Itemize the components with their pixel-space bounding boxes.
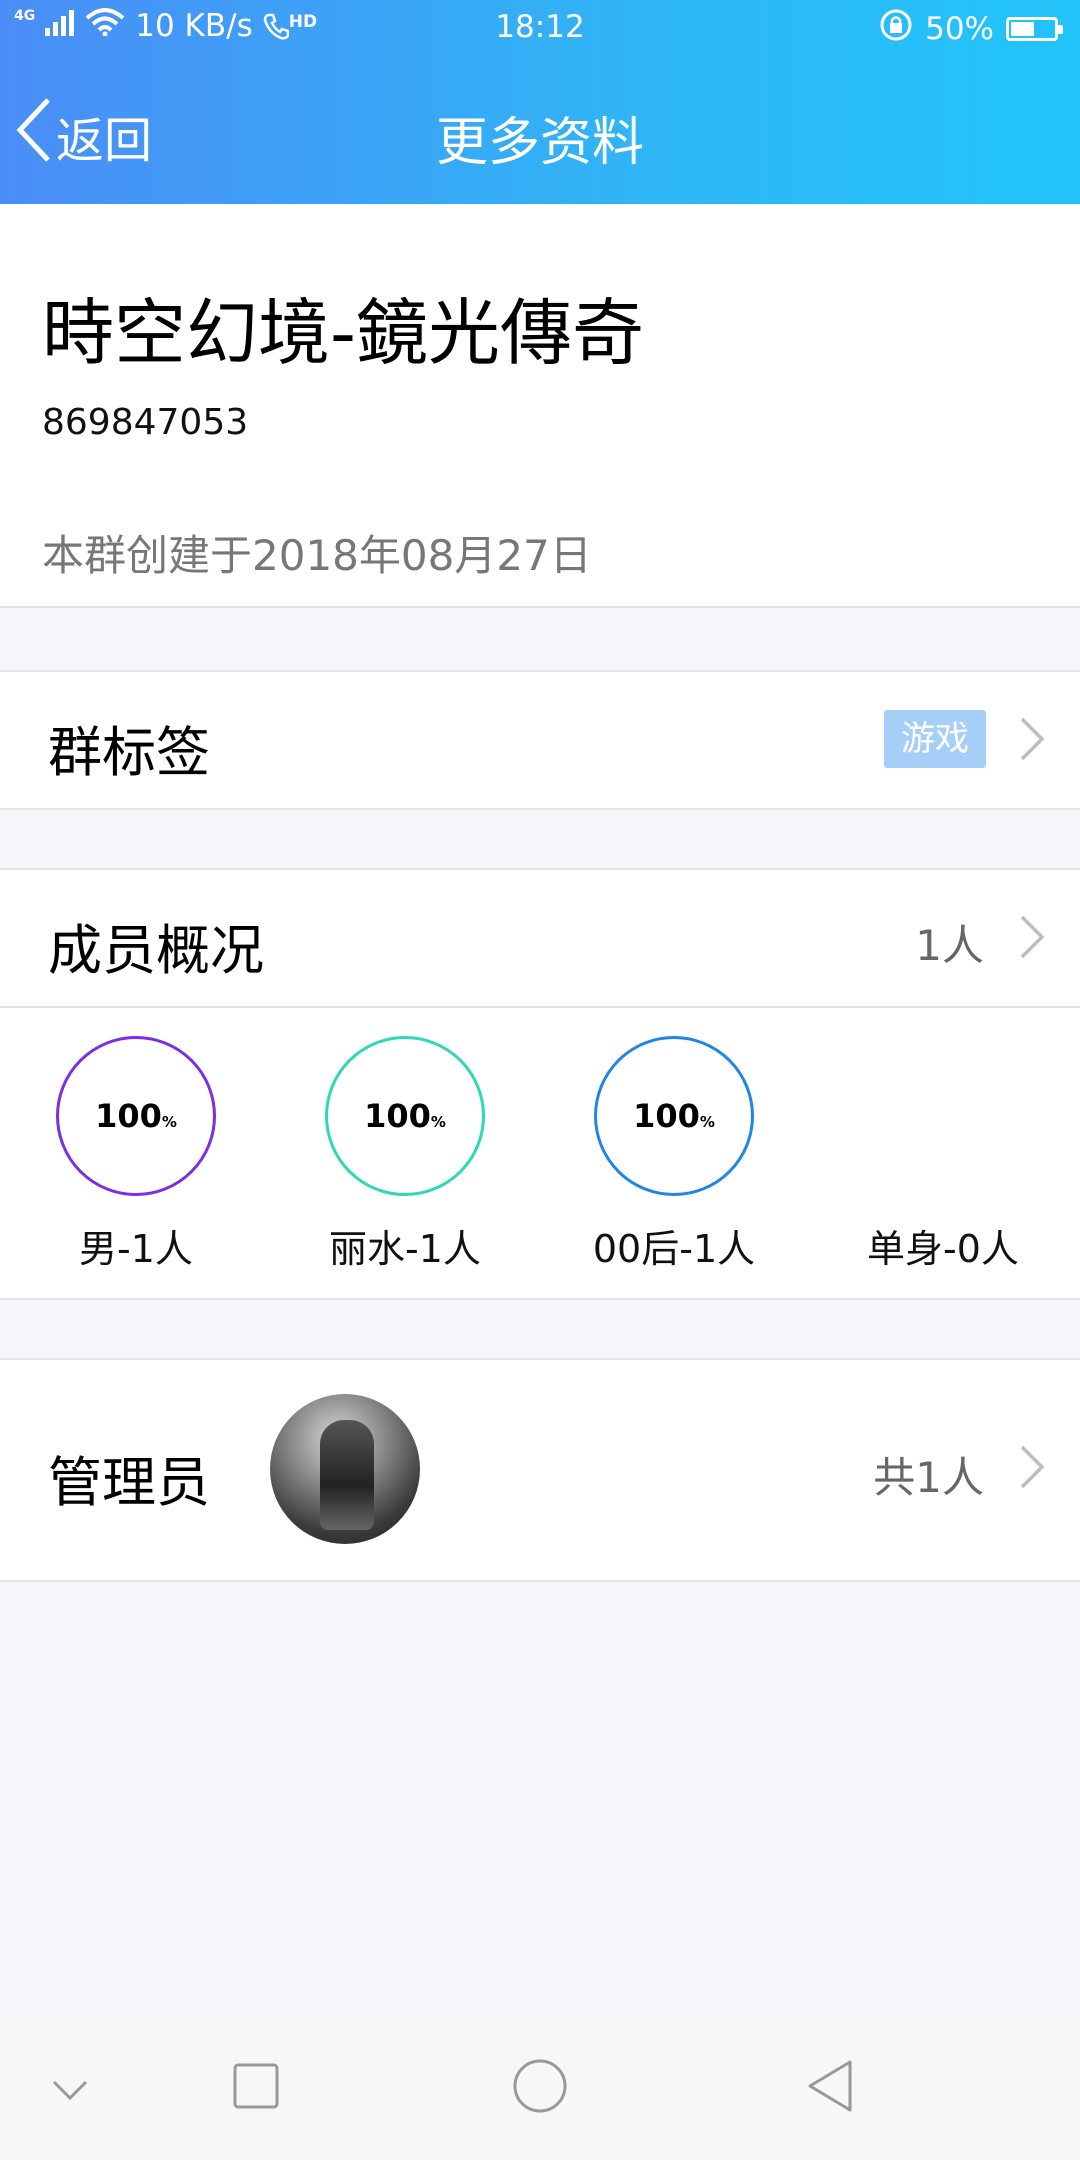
group-info-card: 時空幻境-鏡光傳奇 869847053 本群创建于2018年08月27日: [0, 204, 1080, 608]
stat-percent: 100: [633, 1097, 700, 1135]
members-overview-label: 成员概况: [48, 919, 264, 982]
group-tags-row[interactable]: 群标签 游戏: [0, 670, 1080, 810]
chevron-right-icon: [1018, 914, 1046, 964]
stat-region: 100% 丽水-1人: [305, 1036, 505, 1273]
circle-icon[interactable]: [512, 2058, 568, 2118]
stat-age: 100% 00后-1人: [574, 1036, 774, 1273]
chevron-right-icon: [1018, 716, 1046, 766]
stat-label: 单身-0人: [867, 1227, 1019, 1271]
stat-gender: 100% 男-1人: [36, 1036, 236, 1273]
stat-ring: 100%: [325, 1036, 485, 1196]
stat-ring: 100%: [56, 1036, 216, 1196]
stat-unit: %: [161, 1113, 177, 1131]
triangle-back-icon[interactable]: [804, 2058, 854, 2118]
title-bar: 返回 更多资料: [0, 54, 1080, 204]
stat-percent: 100: [364, 1097, 431, 1135]
group-name: 時空幻境-鏡光傳奇: [42, 291, 644, 375]
avatar-figure: [320, 1420, 374, 1530]
group-id: 869847053: [42, 402, 249, 443]
stat-label: 00后-1人: [592, 1227, 756, 1271]
stat-ring: 100%: [594, 1036, 754, 1196]
group-tags-label: 群标签: [48, 721, 210, 784]
group-created-date: 本群创建于2018年08月27日: [42, 531, 592, 580]
tag-badge: 游戏: [884, 710, 986, 768]
square-icon[interactable]: [232, 2062, 280, 2114]
battery-percent: 50%: [925, 11, 994, 47]
admins-count: 共1人: [873, 1453, 984, 1502]
members-overview-row[interactable]: 成员概况 1人: [0, 868, 1080, 1008]
page-title: 更多资料: [435, 113, 644, 173]
admins-row[interactable]: 管理员 共1人: [0, 1358, 1080, 1582]
stat-label: 男-1人: [79, 1227, 193, 1271]
battery-icon: [1006, 17, 1063, 41]
status-bar: 4G 10 KB/s HD 18:12 50%: [0, 0, 1080, 54]
chevron-right-icon: [1018, 1444, 1046, 1494]
stat-unit: %: [430, 1113, 446, 1131]
admins-label: 管理员: [48, 1451, 210, 1514]
rotation-lock-icon: [879, 8, 913, 50]
stat-unit: %: [699, 1113, 715, 1131]
stat-percent: 100: [95, 1097, 162, 1135]
system-nav-bar: [0, 2018, 1080, 2160]
members-stats: 100% 男-1人 100% 丽水-1人 100% 00后-1人 单身-0人: [0, 1008, 1080, 1300]
stat-label: 丽水-1人: [329, 1227, 481, 1271]
status-right: 50%: [879, 8, 1063, 50]
chevron-down-icon[interactable]: [50, 2078, 90, 2106]
avatar[interactable]: [270, 1394, 420, 1544]
members-count: 1人: [915, 921, 984, 970]
stat-ring: [863, 1036, 1023, 1196]
stat-single: 单身-0人: [843, 1036, 1043, 1273]
top-bar: 4G 10 KB/s HD 18:12 50% 返回 更多资料: [0, 0, 1080, 204]
